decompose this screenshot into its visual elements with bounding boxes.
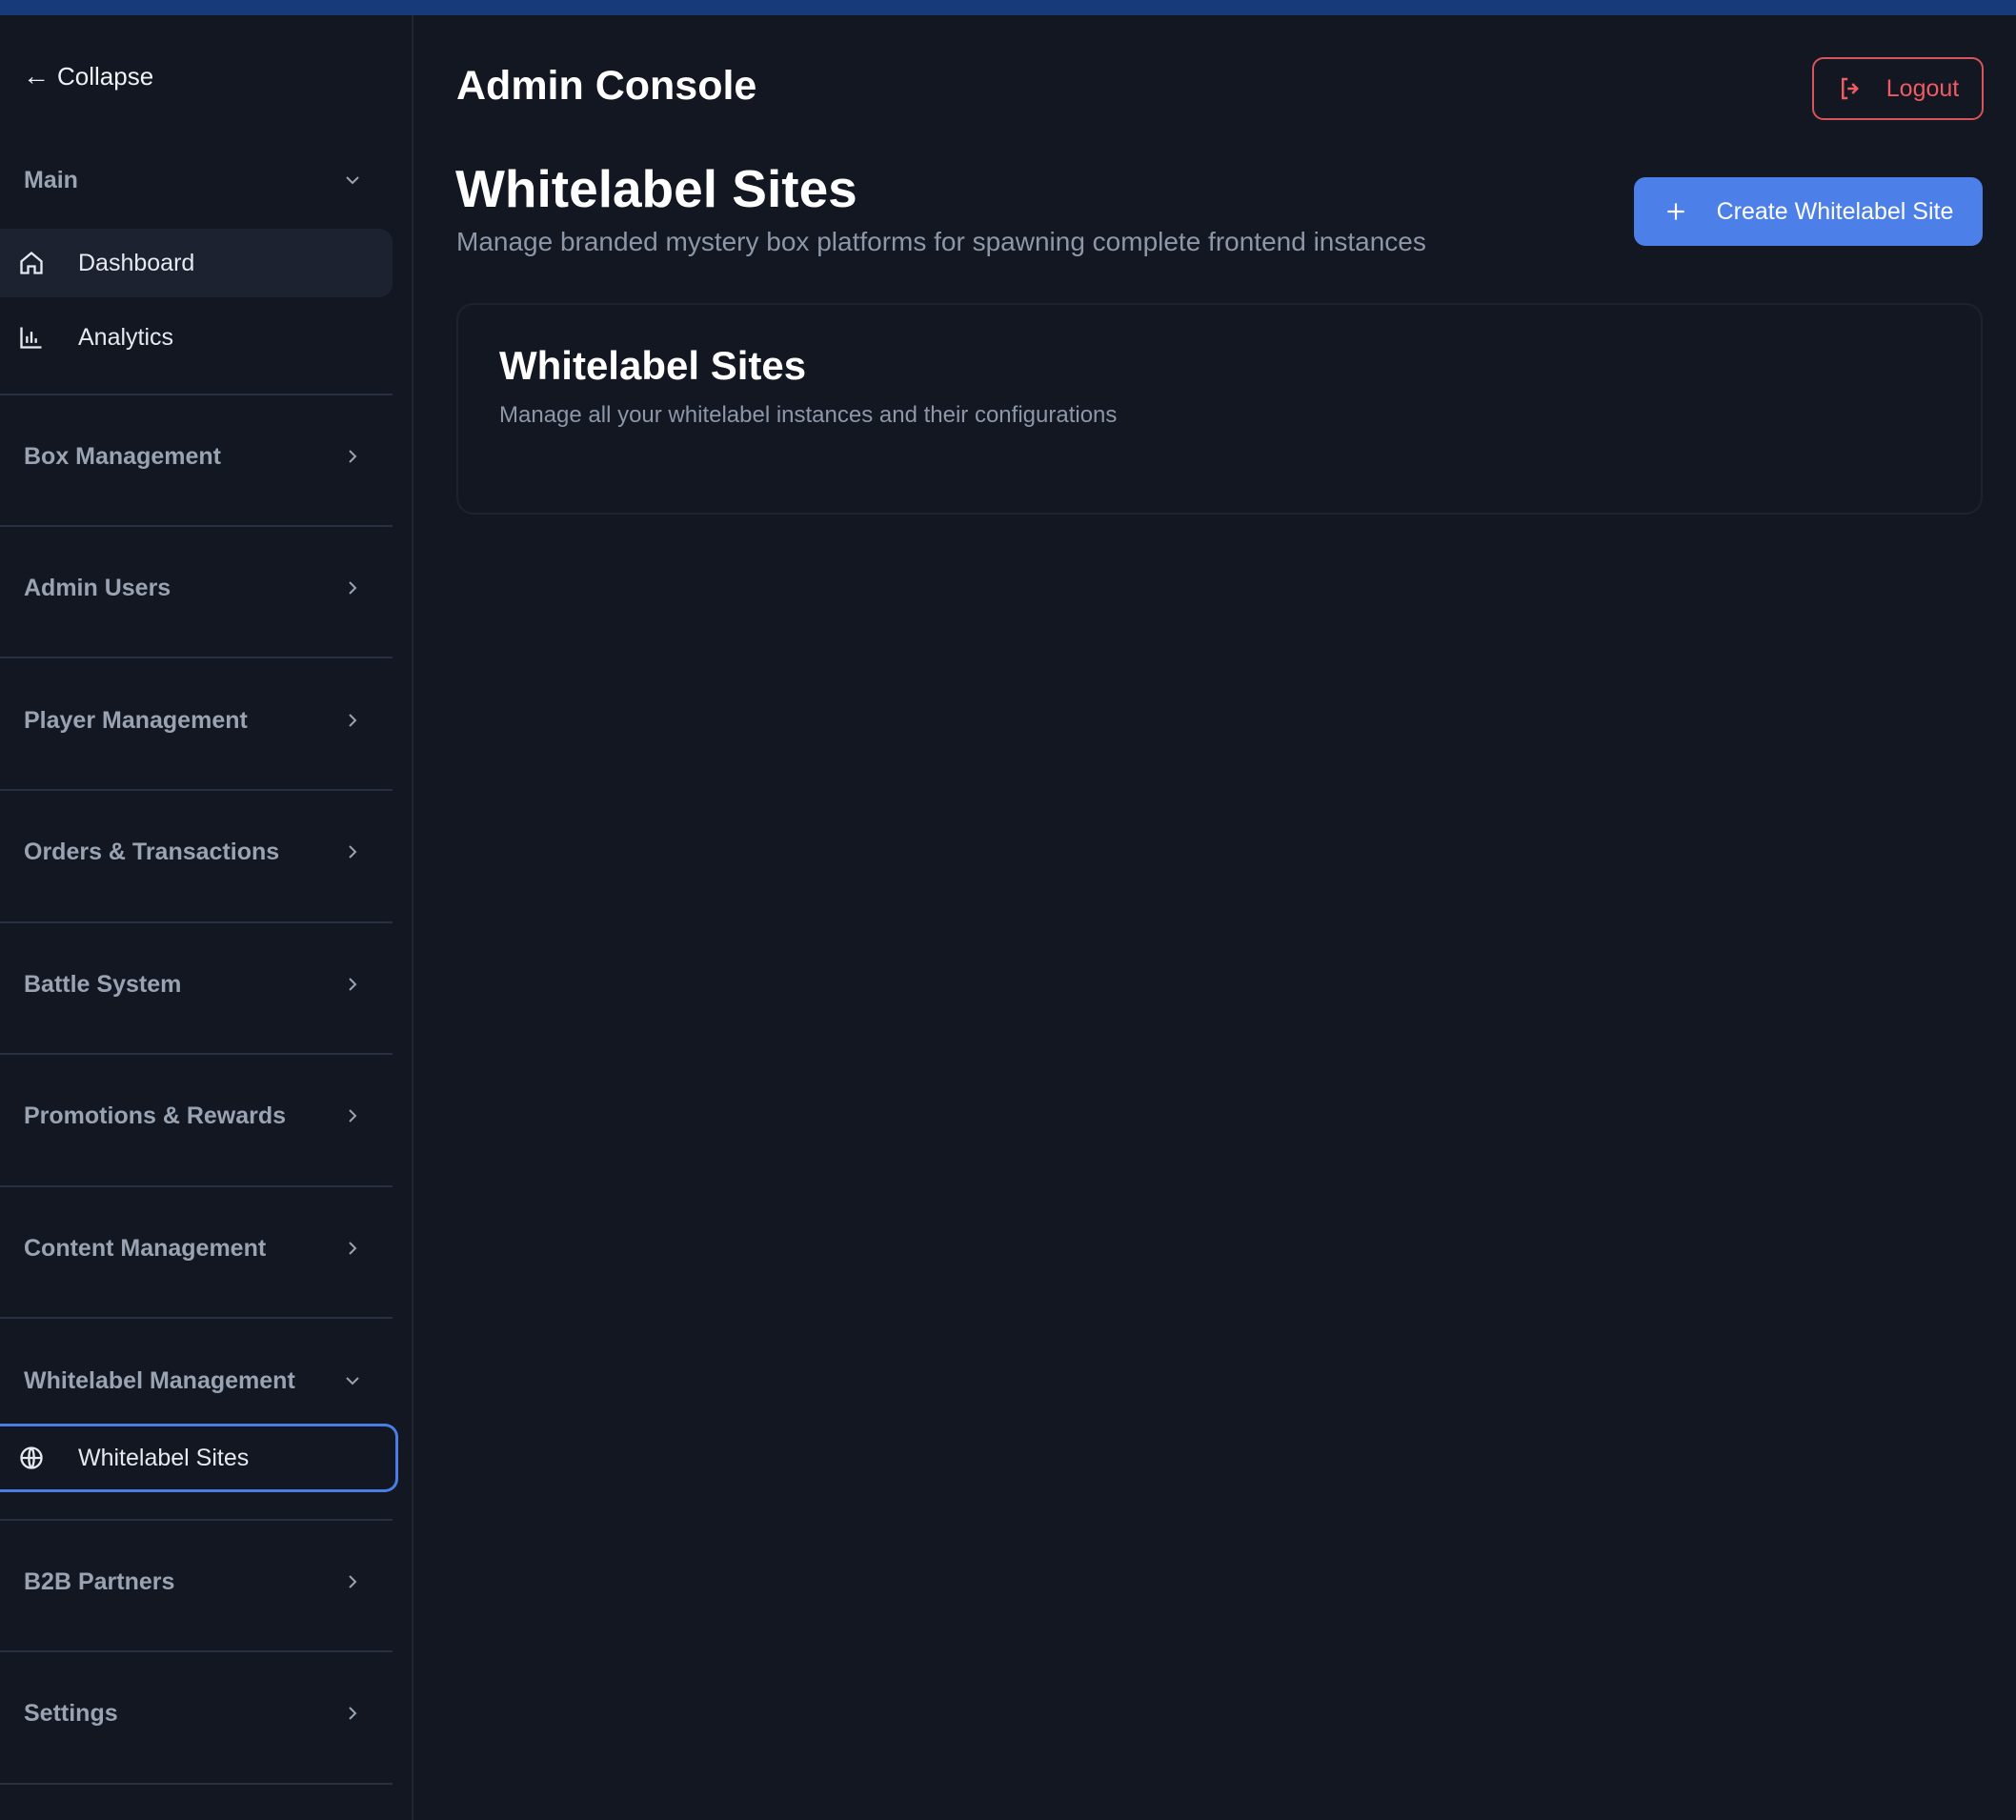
sidebar-item-analytics[interactable]: Analytics	[0, 303, 393, 372]
plus-icon	[1666, 203, 1684, 220]
top-accent-bar	[0, 0, 2016, 15]
group-box-management[interactable]: Box Management	[0, 428, 393, 485]
group-label: Whitelabel Management	[24, 1366, 295, 1394]
group-label: Box Management	[24, 442, 221, 470]
divider	[0, 921, 393, 923]
page-title: Whitelabel Sites	[455, 159, 857, 218]
divider	[0, 1650, 393, 1652]
group-content-management[interactable]: Content Management	[0, 1220, 393, 1277]
group-label: Battle System	[24, 970, 182, 998]
group-promotions-rewards[interactable]: Promotions & Rewards	[0, 1087, 393, 1144]
divider	[0, 1317, 393, 1319]
collapse-label: Collapse	[57, 61, 154, 91]
group-label: Admin Users	[24, 574, 171, 601]
whitelabel-sites-card: Whitelabel Sites Manage all your whitela…	[456, 303, 1983, 515]
app-title: Admin Console	[456, 63, 757, 109]
divider	[0, 1783, 393, 1785]
chevron-right-icon	[349, 581, 357, 595]
card-title: Whitelabel Sites	[499, 343, 807, 388]
divider	[0, 789, 393, 791]
chevron-right-icon	[349, 714, 357, 727]
group-main-label: Main	[24, 166, 78, 193]
chevron-right-icon	[349, 1707, 357, 1720]
home-icon	[17, 249, 46, 277]
sidebar: ← Collapse Main Dashboard Analytics Box …	[0, 15, 413, 1820]
sidebar-item-label: Analytics	[78, 323, 174, 351]
divider	[0, 1053, 393, 1055]
create-button-label: Create Whitelabel Site	[1716, 197, 1954, 225]
group-admin-users[interactable]: Admin Users	[0, 559, 393, 617]
divider	[0, 1519, 393, 1521]
divider	[0, 525, 393, 527]
globe-icon	[17, 1444, 46, 1472]
group-label: Orders & Transactions	[24, 838, 280, 865]
divider	[0, 394, 393, 395]
card-subtitle: Manage all your whitelabel instances and…	[499, 402, 1118, 428]
page-subtitle: Manage branded mystery box platforms for…	[456, 227, 1426, 256]
divider	[0, 657, 393, 658]
group-label: Promotions & Rewards	[24, 1102, 287, 1129]
chevron-right-icon	[349, 450, 357, 463]
group-player-management[interactable]: Player Management	[0, 692, 393, 749]
logout-label: Logout	[1885, 74, 1960, 102]
chevron-right-icon	[349, 1109, 357, 1122]
group-label: Content Management	[24, 1234, 267, 1262]
main-content: Admin Console Logout Whitelabel Sites Ma…	[415, 15, 2016, 1820]
logout-icon	[1841, 77, 1859, 100]
group-b2b-partners[interactable]: B2B Partners	[0, 1553, 393, 1610]
chevron-down-icon	[346, 176, 359, 185]
group-orders-transactions[interactable]: Orders & Transactions	[0, 823, 393, 880]
group-label: B2B Partners	[24, 1567, 175, 1595]
sidebar-item-label: Whitelabel Sites	[78, 1444, 250, 1471]
chevron-right-icon	[349, 845, 357, 859]
group-whitelabel-management[interactable]: Whitelabel Management	[0, 1352, 393, 1409]
arrow-left-icon: ←	[23, 61, 50, 91]
group-label: Settings	[24, 1699, 118, 1727]
group-main[interactable]: Main	[0, 152, 393, 209]
divider	[0, 1185, 393, 1187]
group-battle-system[interactable]: Battle System	[0, 956, 393, 1013]
sidebar-item-whitelabel-sites[interactable]: Whitelabel Sites	[0, 1424, 398, 1492]
bar-chart-icon	[17, 323, 46, 352]
chevron-right-icon	[349, 1575, 357, 1588]
sidebar-item-label: Dashboard	[78, 249, 195, 276]
chevron-right-icon	[349, 1242, 357, 1255]
collapse-button[interactable]: ← Collapse	[23, 57, 153, 95]
group-label: Player Management	[24, 706, 248, 734]
sidebar-item-dashboard[interactable]: Dashboard	[0, 229, 393, 297]
group-settings[interactable]: Settings	[0, 1685, 393, 1742]
chevron-down-icon	[346, 1377, 359, 1385]
create-whitelabel-site-button[interactable]: Create Whitelabel Site	[1634, 177, 1983, 246]
chevron-right-icon	[349, 978, 357, 991]
logout-button[interactable]: Logout	[1812, 57, 1984, 120]
